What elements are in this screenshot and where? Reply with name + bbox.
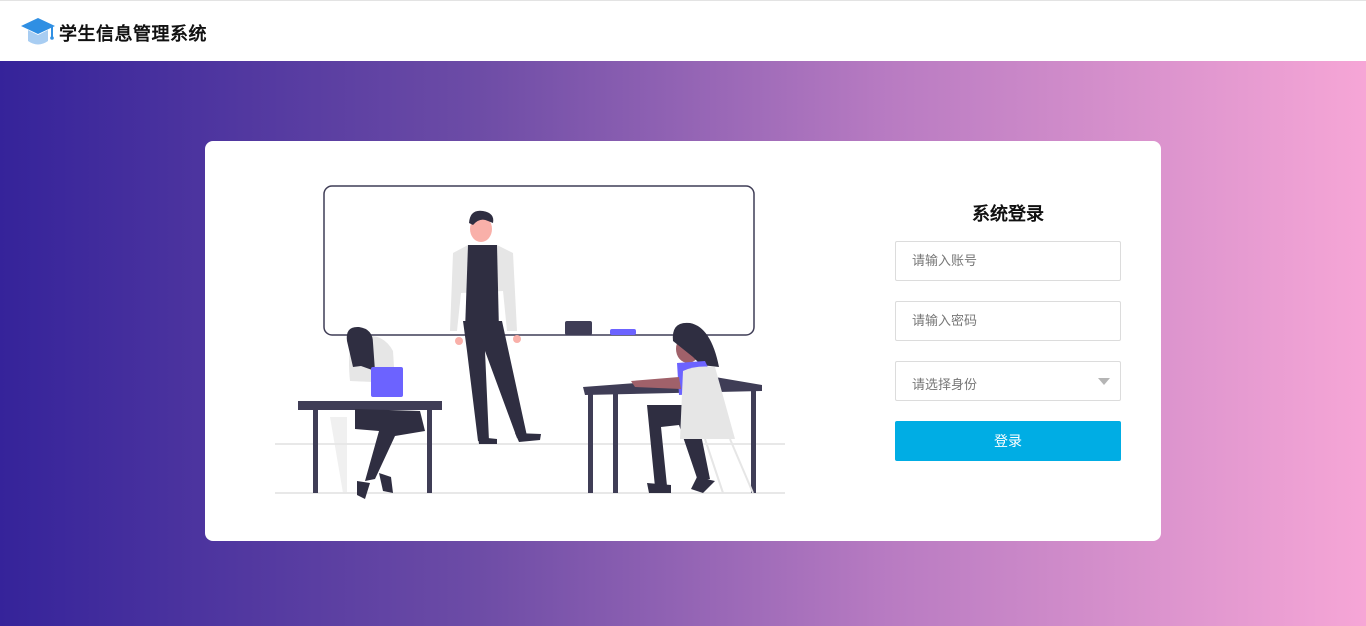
username-input[interactable]	[896, 242, 1120, 280]
username-field-wrapper	[895, 241, 1121, 281]
login-button[interactable]: 登录	[895, 421, 1121, 461]
top-navbar: 学生信息管理系统	[0, 0, 1366, 60]
role-select[interactable]: 请选择身份	[895, 361, 1121, 401]
chevron-down-icon	[1098, 378, 1110, 385]
password-field-wrapper	[895, 301, 1121, 341]
classroom-illustration	[275, 185, 785, 499]
graduation-cap-icon	[21, 18, 55, 45]
role-select-value: 请选择身份	[912, 378, 978, 393]
app-title: 学生信息管理系统	[59, 24, 207, 45]
login-card: 系统登录 请选择身份 登录	[205, 141, 1161, 541]
login-title: 系统登录	[972, 204, 1044, 225]
password-input[interactable]	[896, 302, 1120, 340]
